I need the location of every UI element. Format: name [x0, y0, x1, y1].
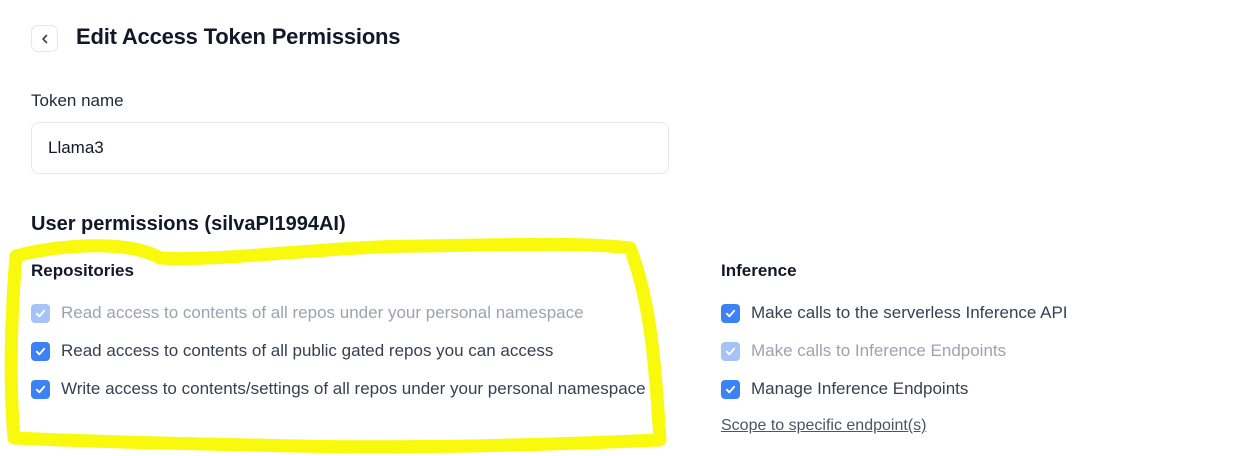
repo-read-personal-checkbox-row[interactable]: Read access to contents of all repos und…: [31, 303, 584, 323]
inference-manage-checkbox-row[interactable]: Manage Inference Endpoints: [721, 379, 968, 399]
checkmark-icon: [35, 347, 46, 355]
inference-manage-checkbox[interactable]: [721, 379, 740, 399]
chevron-left-icon: [41, 34, 47, 43]
token-name-input[interactable]: [31, 122, 669, 174]
back-button[interactable]: [31, 25, 58, 52]
repo-read-personal-checkbox[interactable]: [31, 303, 50, 323]
repo-write-personal-label: Write access to contents/settings of all…: [61, 379, 646, 398]
token-name-label: Token name: [31, 91, 124, 110]
repo-read-gated-checkbox[interactable]: [31, 341, 50, 361]
inference-endpoints-calls-checkbox-row[interactable]: Make calls to Inference Endpoints: [721, 341, 1006, 361]
inference-manage-label: Manage Inference Endpoints: [751, 379, 969, 398]
inference-serverless-label: Make calls to the serverless Inference A…: [751, 303, 1068, 322]
checkmark-icon: [725, 385, 736, 393]
checkmark-icon: [35, 309, 46, 317]
scope-endpoints-link[interactable]: Scope to specific endpoint(s): [721, 417, 926, 435]
repositories-heading: Repositories: [31, 261, 134, 280]
repo-read-personal-label: Read access to contents of all repos und…: [61, 303, 584, 322]
checkmark-icon: [725, 347, 736, 355]
inference-endpoints-calls-checkbox[interactable]: [721, 341, 740, 361]
inference-heading: Inference: [721, 261, 797, 280]
checkmark-icon: [725, 309, 736, 317]
page: Edit Access Token Permissions Token name…: [0, 0, 1248, 456]
inference-serverless-checkbox-row[interactable]: Make calls to the serverless Inference A…: [721, 303, 1068, 323]
inference-endpoints-calls-label: Make calls to Inference Endpoints: [751, 341, 1007, 360]
repo-write-personal-checkbox-row[interactable]: Write access to contents/settings of all…: [31, 379, 646, 399]
checkmark-icon: [35, 385, 46, 393]
repo-read-gated-label: Read access to contents of all public ga…: [61, 341, 554, 360]
repo-read-gated-checkbox-row[interactable]: Read access to contents of all public ga…: [31, 341, 553, 361]
page-title: Edit Access Token Permissions: [76, 24, 401, 49]
user-permissions-title: User permissions (silvaPI1994AI): [31, 213, 346, 235]
inference-serverless-checkbox[interactable]: [721, 303, 740, 323]
repo-write-personal-checkbox[interactable]: [31, 379, 50, 399]
